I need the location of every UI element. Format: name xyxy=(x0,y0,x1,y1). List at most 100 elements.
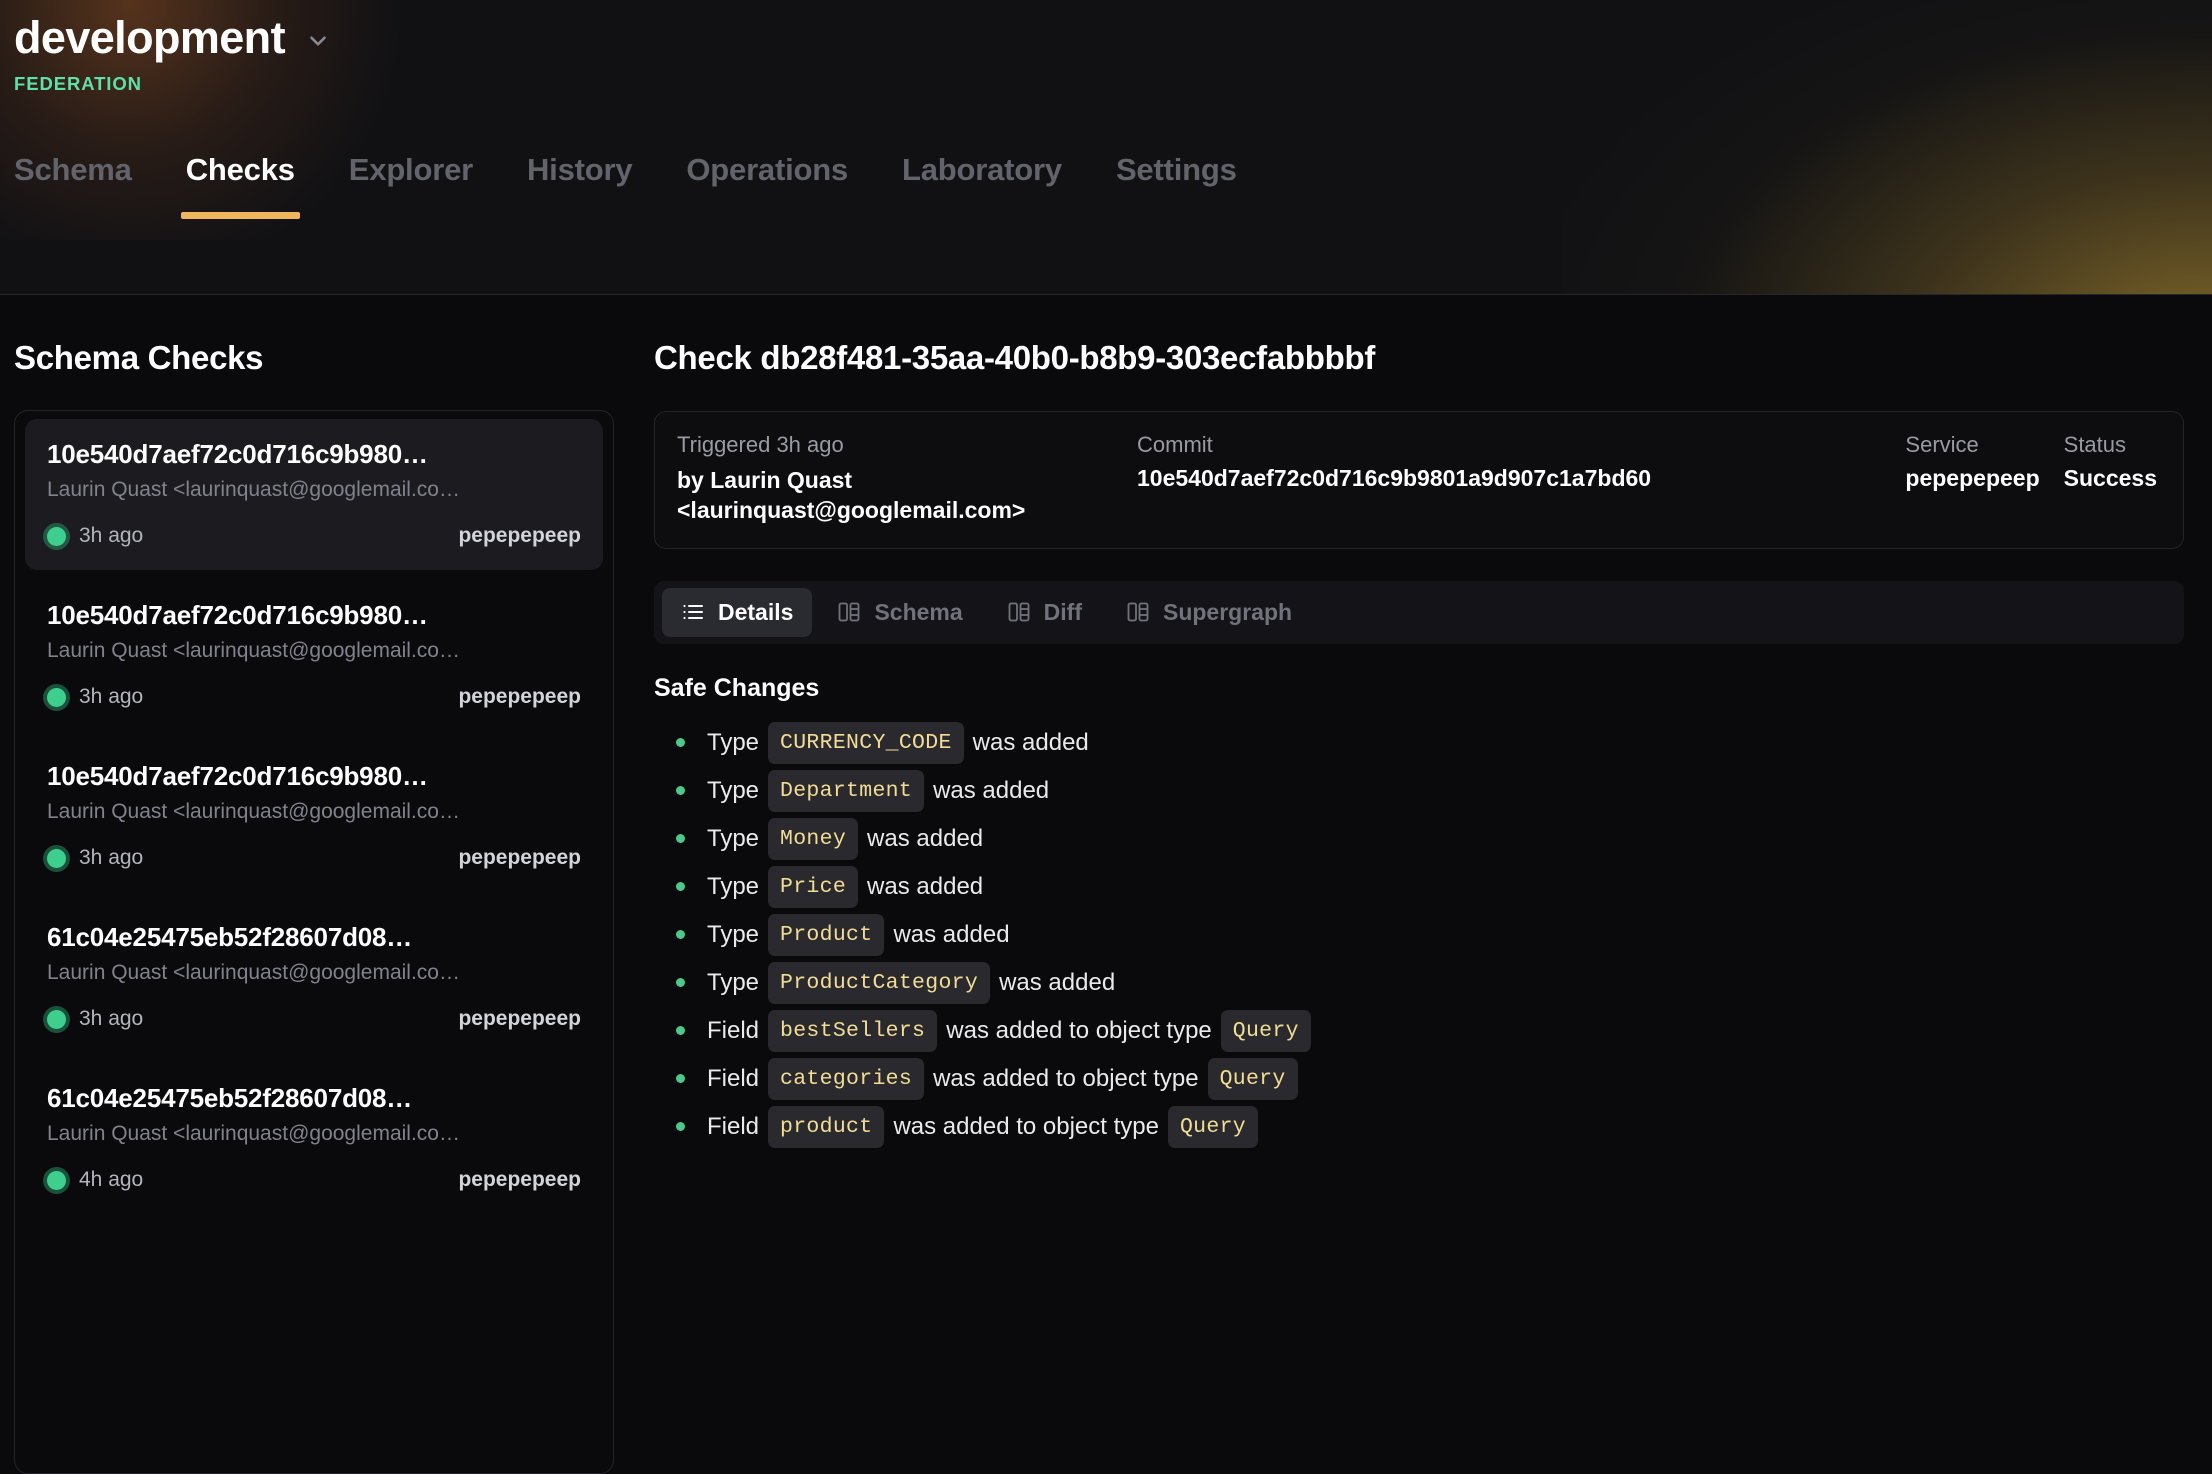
change-target-chip: Query xyxy=(1208,1058,1298,1100)
info-status: Status Success xyxy=(2040,432,2157,492)
federation-badge: FEDERATION xyxy=(14,73,2212,95)
change-suffix: was added xyxy=(933,777,1049,805)
bullet-icon xyxy=(676,738,685,747)
check-list-item[interactable]: 10e540d7aef72c0d716c9b980…Laurin Quast <… xyxy=(25,741,603,892)
service-label: Service xyxy=(1905,432,2039,458)
check-meta-left: 3h ago xyxy=(47,846,143,870)
project-title: development xyxy=(14,12,285,64)
change-code-chip: Product xyxy=(768,914,884,956)
change-list-item: Type Product was added xyxy=(676,911,2184,959)
commit-label: Commit xyxy=(1137,432,1881,458)
subtab-label: Schema xyxy=(874,599,962,626)
body-area: Schema Checks 10e540d7aef72c0d716c9b980…… xyxy=(0,295,2212,1474)
change-prefix: Type xyxy=(707,969,759,997)
triggered-label: Triggered 3h ago xyxy=(677,432,1137,458)
tab-operations[interactable]: Operations xyxy=(659,152,875,219)
split-panel-icon xyxy=(1007,600,1031,624)
check-meta-left: 3h ago xyxy=(47,685,143,709)
change-prefix: Type xyxy=(707,921,759,949)
check-service-name: pepepepeep xyxy=(458,685,581,709)
check-timestamp: 3h ago xyxy=(79,1007,143,1031)
schema-checks-sidebar: Schema Checks 10e540d7aef72c0d716c9b980…… xyxy=(0,295,614,1474)
change-target-chip: Query xyxy=(1168,1106,1258,1148)
subtab-label: Diff xyxy=(1044,599,1082,626)
subtab-supergraph[interactable]: Supergraph xyxy=(1107,588,1311,637)
check-meta: 3h ago pepepepeep xyxy=(47,524,581,548)
check-detail-panel: Check db28f481-35aa-40b0-b8b9-303ecfabbb… xyxy=(614,295,2212,1474)
check-service-name: pepepepeep xyxy=(458,524,581,548)
split-panel-icon xyxy=(837,600,861,624)
check-list-item[interactable]: 10e540d7aef72c0d716c9b980…Laurin Quast <… xyxy=(25,419,603,570)
change-code-chip: product xyxy=(768,1106,884,1148)
commit-value: 10e540d7aef72c0d716c9b9801a9d907c1a7bd60 xyxy=(1137,465,1881,492)
info-commit: Commit 10e540d7aef72c0d716c9b9801a9d907c… xyxy=(1137,432,1881,492)
check-hash: 10e540d7aef72c0d716c9b980… xyxy=(47,439,581,470)
check-list-item[interactable]: 61c04e25475eb52f28607d08…Laurin Quast <l… xyxy=(25,1063,603,1214)
triggered-by: by Laurin Quast xyxy=(677,465,1137,495)
subtab-details[interactable]: Details xyxy=(662,588,812,637)
checks-list: 10e540d7aef72c0d716c9b980… Laurin Quast <… xyxy=(14,410,614,1474)
change-suffix: was added xyxy=(999,969,1115,997)
sidebar-title: Schema Checks xyxy=(14,339,614,377)
app-root: development FEDERATION SchemaChecksExplo… xyxy=(0,0,2212,1474)
change-list-item: TypeDepartmentwas added xyxy=(676,767,2184,815)
check-timestamp: 3h ago xyxy=(79,846,143,870)
change-target-chip: Query xyxy=(1221,1010,1311,1052)
status-dot-icon xyxy=(47,1171,66,1190)
change-code-chip: Money xyxy=(768,818,858,860)
check-hash: 61c04e25475eb52f28607d08… xyxy=(47,922,581,953)
tab-settings[interactable]: Settings xyxy=(1089,152,1264,219)
change-code-chip: bestSellers xyxy=(768,1010,937,1052)
list-icon xyxy=(681,600,705,624)
subtab-schema[interactable]: Schema xyxy=(818,588,981,637)
change-suffix: was added to object type xyxy=(946,1017,1212,1045)
detail-subtabs: Details Schema Diff Supergraph xyxy=(654,581,2184,644)
check-meta: 3h ago pepepepeep xyxy=(47,846,581,870)
check-meta-left: 4h ago xyxy=(47,1168,143,1192)
change-list-item: Fieldproductwas added to object typeQuer… xyxy=(676,1103,2184,1151)
tab-label: Explorer xyxy=(349,152,473,187)
check-meta-left: 3h ago xyxy=(47,1007,143,1031)
subtab-diff[interactable]: Diff xyxy=(988,588,1101,637)
chevron-down-icon[interactable] xyxy=(305,28,331,54)
change-list-item: FieldbestSellerswas added to object type… xyxy=(676,1007,2184,1055)
check-list-item[interactable]: 10e540d7aef72c0d716c9b980…Laurin Quast <… xyxy=(25,580,603,731)
triggered-email: <laurinquast@googlemail.com> xyxy=(677,495,1137,525)
tab-laboratory[interactable]: Laboratory xyxy=(875,152,1089,219)
changes-list: TypeCURRENCY_CODEwas addedTypeDepartment… xyxy=(654,719,2184,1151)
subtab-label: Details xyxy=(718,599,793,626)
bullet-icon xyxy=(676,930,685,939)
change-prefix: Type xyxy=(707,777,759,805)
check-service-name: pepepepeep xyxy=(458,1007,581,1031)
change-suffix: was added to object type xyxy=(893,1113,1159,1141)
change-suffix: was added to object type xyxy=(933,1065,1199,1093)
bullet-icon xyxy=(676,1026,685,1035)
tab-label: History xyxy=(527,152,632,187)
tab-label: Laboratory xyxy=(902,152,1062,187)
bullet-icon xyxy=(676,834,685,843)
status-dot-icon xyxy=(47,1010,66,1029)
status-dot-icon xyxy=(47,688,66,707)
change-prefix: Field xyxy=(707,1065,759,1093)
check-meta-left: 3h ago xyxy=(47,524,143,548)
change-suffix: was added xyxy=(867,825,983,853)
check-service-name: pepepepeep xyxy=(458,846,581,870)
check-meta: 3h ago pepepepeep xyxy=(47,685,581,709)
status-badge: Success xyxy=(2064,465,2157,492)
tab-checks[interactable]: Checks xyxy=(159,152,322,219)
bullet-icon xyxy=(676,786,685,795)
check-timestamp: 4h ago xyxy=(79,1168,143,1192)
change-code-chip: categories xyxy=(768,1058,924,1100)
tab-explorer[interactable]: Explorer xyxy=(322,152,500,219)
info-service: Service pepepepeep xyxy=(1881,432,2039,492)
tab-history[interactable]: History xyxy=(500,152,659,219)
check-author: Laurin Quast <laurinquast@googlemail.co… xyxy=(47,639,581,663)
change-suffix: was added xyxy=(893,921,1009,949)
bullet-icon xyxy=(676,1122,685,1131)
tab-schema[interactable]: Schema xyxy=(14,152,159,219)
check-list-item[interactable]: 61c04e25475eb52f28607d08…Laurin Quast <l… xyxy=(25,902,603,1053)
change-list-item: TypeCURRENCY_CODEwas added xyxy=(676,719,2184,767)
page-title: Check db28f481-35aa-40b0-b8b9-303ecfabbb… xyxy=(654,339,2184,377)
change-list-item: TypePricewas added xyxy=(676,863,2184,911)
check-meta: 4h agopepepepeep xyxy=(47,1168,581,1192)
